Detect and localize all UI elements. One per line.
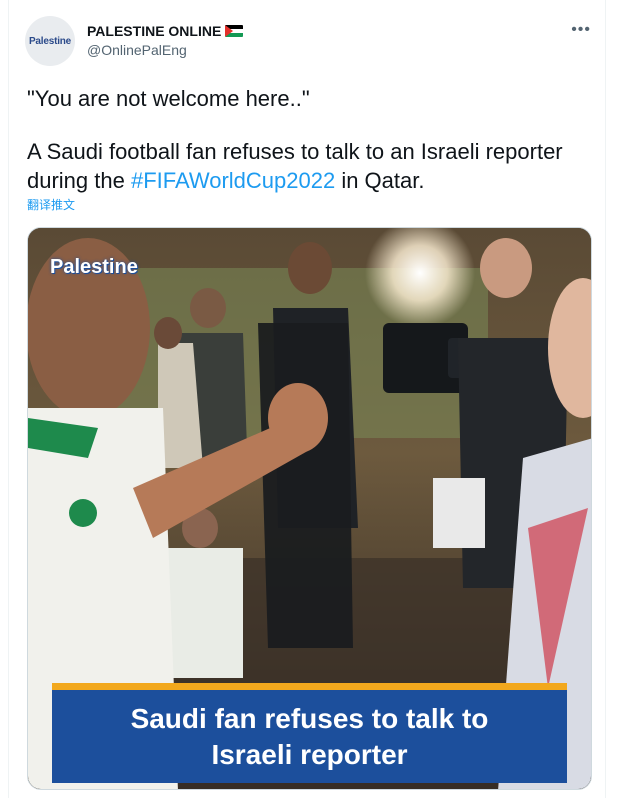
name-row: PALESTINE ONLINE <box>87 22 244 40</box>
display-name[interactable]: PALESTINE ONLINE <box>87 23 221 39</box>
tweet-text: "You are not welcome here.." A Saudi foo… <box>27 84 592 195</box>
tweet-body-end: in Qatar. <box>335 168 425 193</box>
video-watermark-logo: Palestine <box>50 256 138 278</box>
tweet-quote: "You are not welcome here.." <box>27 86 310 111</box>
caption-line-1: Saudi fan refuses to talk to <box>130 702 489 734</box>
palestine-flag-icon <box>225 25 244 37</box>
tweet-body: A Saudi football fan refuses to talk to … <box>27 137 592 195</box>
avatar[interactable]: Palestine <box>25 16 75 66</box>
caption-line-2: Israeli reporter <box>211 738 408 770</box>
user-handle[interactable]: @OnlinePalEng <box>87 42 187 58</box>
video-media[interactable]: Palestine Saudi fan refuses to talk to I… <box>27 227 592 790</box>
hashtag-link[interactable]: #FIFAWorldCup2022 <box>131 168 335 193</box>
more-options-icon[interactable]: ••• <box>571 22 591 38</box>
tweet-card: Palestine PALESTINE ONLINE @OnlinePalEng… <box>8 0 606 798</box>
video-caption-banner: Saudi fan refuses to talk to Israeli rep… <box>52 683 567 783</box>
avatar-logo-text: Palestine <box>28 35 72 47</box>
translate-tweet-link[interactable]: 翻译推文 <box>27 196 75 213</box>
